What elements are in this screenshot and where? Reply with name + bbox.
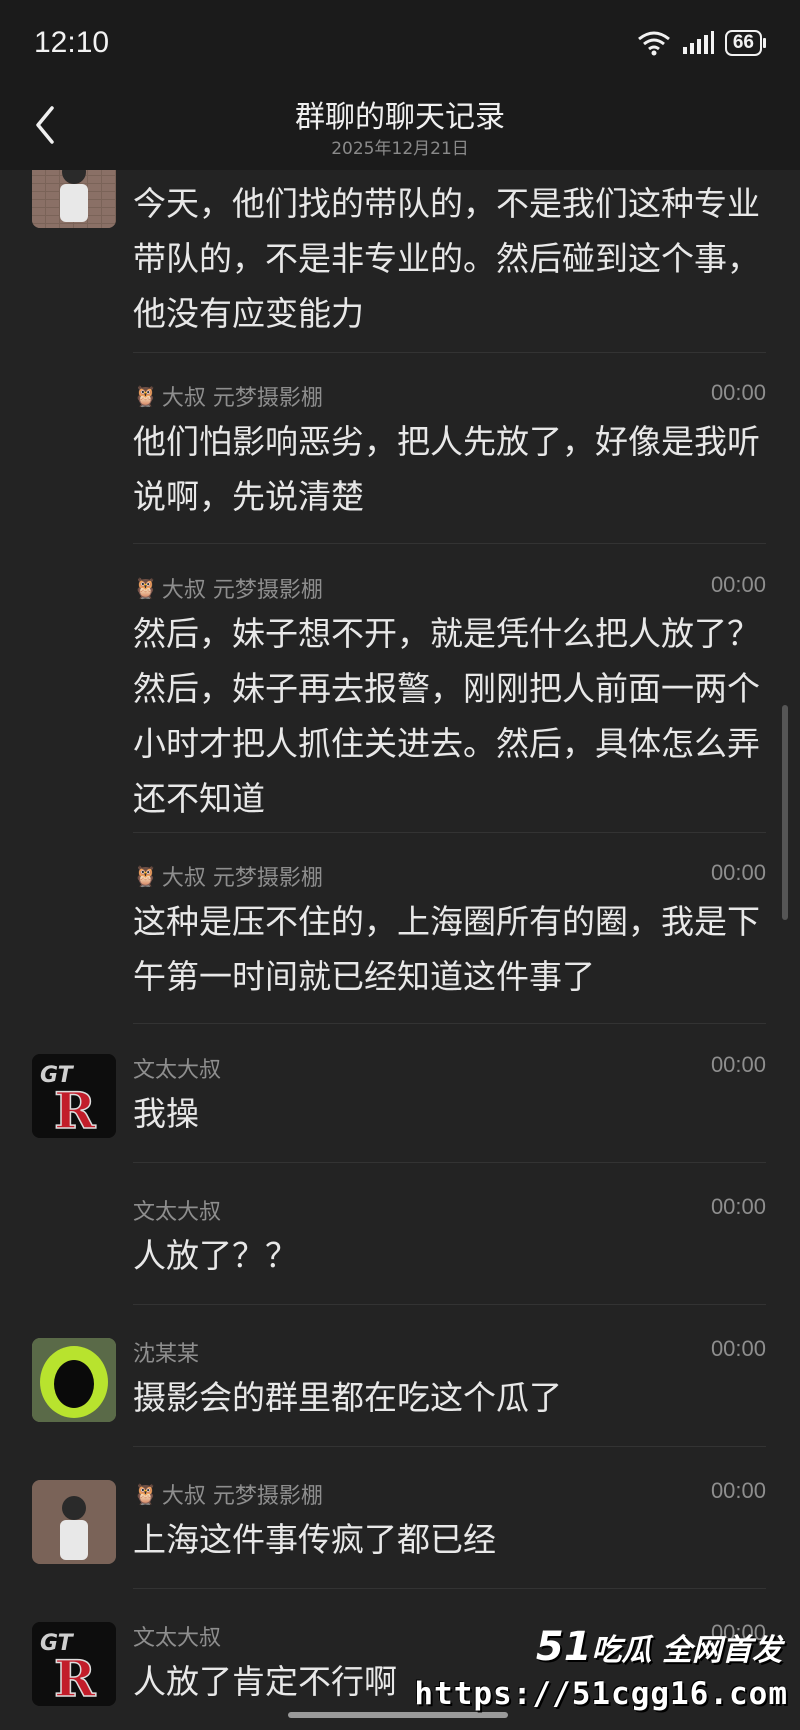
message-text: 这种是压不住的，上海圈所有的圈，我是下午第一时间就已经知道这件事了 bbox=[133, 902, 760, 996]
divider bbox=[133, 543, 766, 544]
message-time: 00:00 bbox=[710, 1478, 766, 1503]
divider bbox=[133, 1446, 766, 1447]
sender-name: 沈某某 bbox=[133, 1342, 200, 1367]
message-text: 他们怕影响恶劣，把人先放了，好像是我听说啊，先说清楚 bbox=[133, 422, 760, 516]
sender-name: 🦉 大叔 元梦摄影棚 bbox=[133, 864, 323, 891]
green-ring-avatar-icon bbox=[32, 1338, 116, 1422]
avatar[interactable] bbox=[32, 170, 116, 228]
sender-name: 文太大叔 bbox=[133, 1058, 222, 1083]
avatar[interactable] bbox=[32, 1480, 116, 1564]
message-text: 然后，妹子想不开，就是凭什么把人放了？然后，妹子再去报警，刚刚把人前面一两个小时… bbox=[133, 614, 760, 818]
message-time: 00:00 bbox=[710, 572, 766, 597]
status-bar: 12:10 66 bbox=[0, 0, 800, 92]
signal-icon bbox=[682, 31, 714, 54]
svg-text:R: R bbox=[54, 1081, 96, 1138]
status-time: 12:10 bbox=[34, 26, 110, 59]
divider bbox=[133, 1304, 766, 1305]
sender-name: 🦉 大叔 元梦摄影棚 bbox=[133, 384, 323, 411]
svg-text:R: R bbox=[54, 1649, 96, 1706]
message-text: 今天，他们找的带队的，不是我们这种专业带队的，不是非专业的。然后碰到这个事，他没… bbox=[133, 184, 760, 333]
watermark: 51吃瓜 全网首发 https://51cgg16.com bbox=[414, 1614, 792, 1724]
message-time: 00:00 bbox=[710, 860, 766, 885]
avatar[interactable]: GT R bbox=[32, 1622, 116, 1706]
divider bbox=[133, 1162, 766, 1163]
message-time: 00:00 bbox=[710, 1336, 766, 1361]
message-time: 00:00 bbox=[710, 380, 766, 405]
wifi-icon bbox=[637, 31, 670, 56]
watermark-url: https://51cgg16.com bbox=[414, 1676, 788, 1712]
owl-icon: 🦉 bbox=[133, 576, 158, 600]
message-time: 00:00 bbox=[710, 1194, 766, 1219]
photographer-avatar-icon bbox=[32, 170, 116, 228]
divider bbox=[133, 1023, 766, 1024]
scrollbar[interactable] bbox=[782, 705, 788, 920]
message-text: 人放了？？ bbox=[133, 1236, 298, 1275]
sender-name: 文太大叔 bbox=[133, 1626, 222, 1651]
divider bbox=[133, 1588, 766, 1589]
sender-name: 🦉 大叔 元梦摄影棚 bbox=[133, 1482, 323, 1509]
sender-name: 文太大叔 bbox=[133, 1200, 222, 1225]
sender-name: 🦉 大叔 元梦摄影棚 bbox=[133, 576, 323, 603]
message-text: 摄影会的群里都在吃这个瓜了 bbox=[133, 1378, 562, 1417]
chat-history[interactable]: 今天，他们找的带队的，不是我们这种专业带队的，不是非专业的。然后碰到这个事，他没… bbox=[0, 170, 800, 1730]
message-text: 我操 bbox=[133, 1094, 199, 1133]
message-time: 00:00 bbox=[710, 1052, 766, 1077]
avatar[interactable]: GT R bbox=[32, 1054, 116, 1138]
photographer-avatar-icon bbox=[32, 1480, 116, 1564]
message-text: 上海这件事传疯了都已经 bbox=[133, 1520, 496, 1559]
divider bbox=[133, 352, 766, 353]
gtr-logo-icon: GT R bbox=[32, 1054, 116, 1138]
owl-icon: 🦉 bbox=[133, 1482, 158, 1506]
home-indicator[interactable] bbox=[288, 1712, 508, 1718]
owl-icon: 🦉 bbox=[133, 384, 158, 408]
page-subtitle: 2025年12月21日 bbox=[331, 139, 469, 159]
watermark-logo: 51吃瓜 全网首发 bbox=[535, 1624, 782, 1670]
owl-icon: 🦉 bbox=[133, 864, 158, 888]
page-title: 群聊的聊天记录 bbox=[295, 100, 505, 135]
gtr-logo-icon: GT R bbox=[32, 1622, 116, 1706]
avatar[interactable] bbox=[32, 1338, 116, 1422]
divider bbox=[133, 832, 766, 833]
battery-indicator: 66 bbox=[724, 30, 767, 56]
nav-bar: 群聊的聊天记录 2025年12月21日 bbox=[0, 92, 800, 170]
status-icons: 66 bbox=[637, 30, 767, 56]
